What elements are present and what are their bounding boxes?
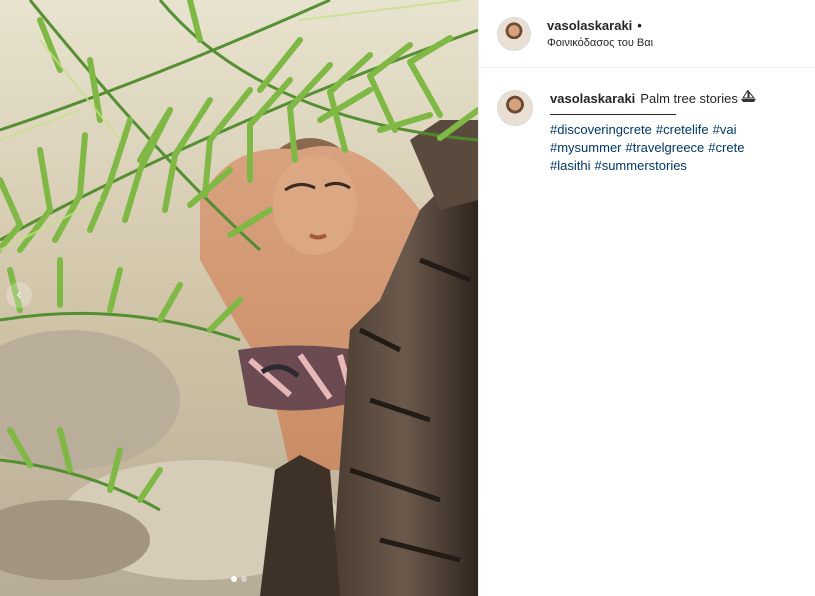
caption-comment: vasolaskaraki Palm tree stories #discove…: [479, 68, 815, 175]
caption-divider: [550, 114, 676, 115]
chevron-left-icon: ‹: [16, 286, 22, 303]
header-username-link[interactable]: vasolaskaraki: [547, 18, 632, 33]
hashtag-link[interactable]: #cretelife: [656, 121, 709, 139]
hashtag-list: #discoveringcrete #cretelife #vai #mysum…: [550, 121, 780, 175]
caption-avatar[interactable]: [497, 90, 533, 126]
header-text: vasolaskaraki • Φοινικόδασος του Βαι: [547, 18, 653, 49]
carousel-indicator: [0, 576, 478, 582]
post-photo[interactable]: ‹: [0, 0, 478, 596]
carousel-prev-button[interactable]: ‹: [6, 282, 32, 308]
carousel-dot-active: [231, 576, 237, 582]
post-dialog: ‹ vasolaskaraki • Φοινικόδασος του Βαι v…: [0, 0, 815, 596]
post-side-panel: vasolaskaraki • Φοινικόδασος του Βαι vas…: [478, 0, 815, 596]
carousel-dot: [241, 576, 247, 582]
caption-username-link[interactable]: vasolaskaraki: [550, 90, 635, 108]
photo-illustration: [0, 0, 478, 596]
hashtag-link[interactable]: #crete: [708, 139, 744, 157]
location-link[interactable]: Φοινικόδασος του Βαι: [547, 37, 653, 49]
hashtag-link[interactable]: #lasithi: [550, 157, 590, 175]
hashtag-link[interactable]: #mysummer: [550, 139, 622, 157]
caption-body: vasolaskaraki Palm tree stories #discove…: [550, 88, 780, 175]
boat-emoji-icon: [740, 88, 756, 108]
caption-line: vasolaskaraki Palm tree stories: [550, 88, 780, 108]
hashtag-link[interactable]: #vai: [713, 121, 737, 139]
hashtag-link[interactable]: #summerstories: [594, 157, 686, 175]
header-separator: •: [637, 18, 642, 33]
hashtag-link[interactable]: #travelgreece: [626, 139, 705, 157]
avatar[interactable]: [497, 16, 531, 51]
caption-text: Palm tree stories: [640, 91, 738, 106]
hashtag-link[interactable]: #discoveringcrete: [550, 121, 652, 139]
header-username-line: vasolaskaraki •: [547, 18, 653, 33]
post-header: vasolaskaraki • Φοινικόδασος του Βαι: [479, 0, 815, 68]
